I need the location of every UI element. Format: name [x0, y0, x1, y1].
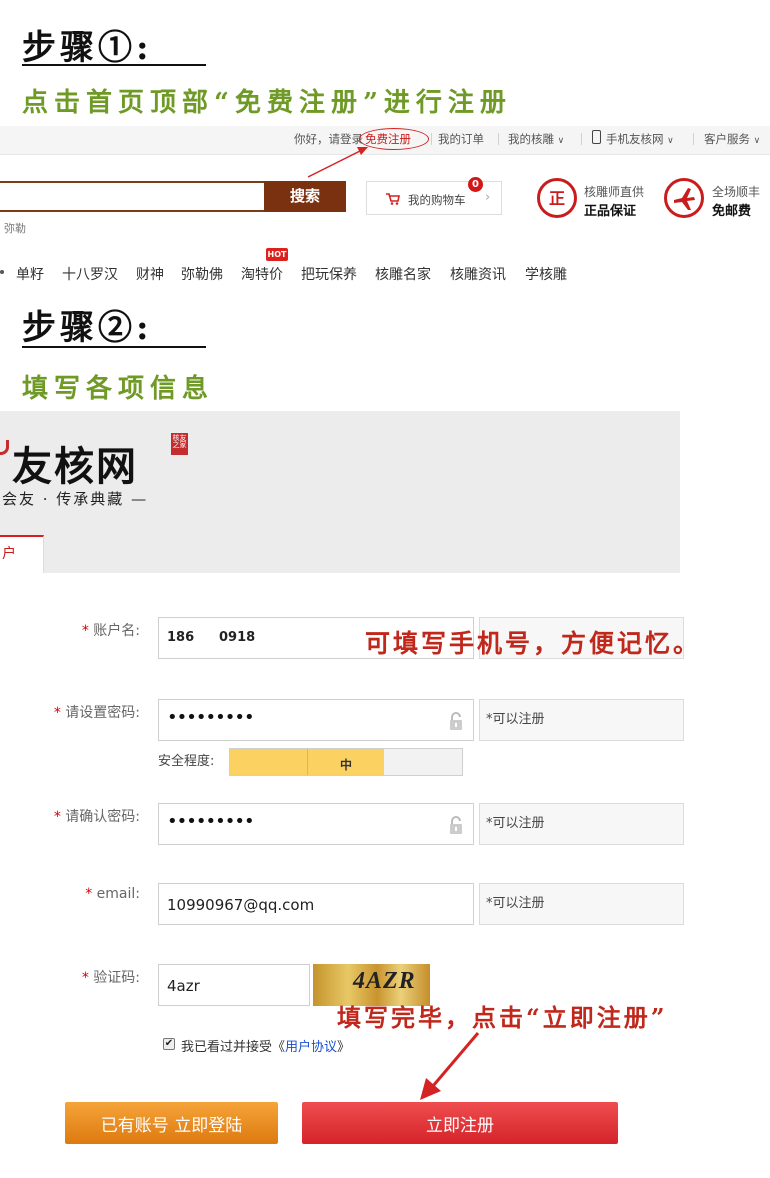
hot-badge: HOT: [266, 248, 288, 261]
confirm-password-input[interactable]: •••••••••: [158, 803, 474, 845]
chevron-right-icon: ›: [485, 190, 491, 205]
nav-item-masters[interactable]: 核雕名家: [375, 264, 431, 284]
username-value: 186: [167, 630, 195, 645]
search-input[interactable]: [0, 181, 264, 212]
promo1-line2: 正品保证: [584, 204, 637, 219]
submit-tip-annotation: 填写完毕，点击“立即注册”: [337, 1003, 668, 1032]
step2-title: 步骤②:: [22, 308, 153, 348]
search-hint-link[interactable]: 弥勒: [4, 220, 26, 236]
confirm-password-label: * 请确认密码:: [53, 809, 140, 825]
submit-tip-arrow: [420, 1032, 480, 1100]
nav-item-caishen[interactable]: 财神: [136, 264, 164, 284]
email-label: * email:: [85, 886, 140, 902]
promo2-line2: 免邮费: [712, 204, 752, 219]
promo1-line1: 核雕师直供: [584, 185, 645, 199]
lock-icon: [450, 712, 462, 730]
password-hint: *可以注册: [479, 699, 684, 741]
username-value-tail: 0918: [219, 630, 256, 645]
nav-item-news[interactable]: 核雕资讯: [450, 264, 506, 284]
password-input[interactable]: •••••••••: [158, 699, 474, 741]
register-button[interactable]: 立即注册: [302, 1102, 618, 1144]
nav-bullet: [0, 270, 4, 274]
cart-count-badge: 0: [468, 177, 483, 192]
phone-tip-annotation: 可填写手机号，方便记忆。: [365, 629, 702, 658]
username-label: * 账户名:: [81, 623, 140, 639]
nav-item-learn[interactable]: 学核雕: [525, 264, 567, 284]
password-value: •••••••••: [167, 707, 255, 728]
logo-seal: 核友之家: [171, 433, 188, 455]
cart-icon: [386, 193, 400, 205]
email-hint: *可以注册: [479, 883, 684, 925]
email-input[interactable]: 10990967@qq.com: [158, 883, 474, 925]
site-logo[interactable]: 友核网: [12, 434, 138, 492]
nav-item-luohan[interactable]: 十八罗汉: [62, 264, 118, 284]
nav-item-sale[interactable]: 淘特价: [241, 264, 283, 284]
user-agreement-link[interactable]: 用户协议: [285, 1040, 337, 1055]
password-label: * 请设置密码:: [53, 705, 140, 721]
site-tagline: 会友 · 传承典藏 —: [2, 490, 149, 508]
cart-label: 我的购物车: [408, 193, 466, 207]
free-shipping-plane-icon: [664, 178, 704, 218]
tab-register[interactable]: 户: [0, 535, 44, 573]
nav-item-danzi[interactable]: 单籽: [16, 264, 44, 284]
strength-label: 安全程度:: [158, 754, 215, 769]
strength-divider: [307, 749, 308, 775]
captcha-value: 4azr: [167, 977, 200, 995]
captcha-input[interactable]: 4azr: [158, 964, 310, 1006]
captcha-label: * 验证码:: [81, 970, 140, 986]
nav-item-care[interactable]: 把玩保养: [301, 264, 357, 284]
search-button[interactable]: 搜索: [264, 181, 346, 212]
confirm-password-value: •••••••••: [167, 811, 255, 832]
plane-icon: [674, 188, 695, 210]
agree-checkbox[interactable]: ✔: [163, 1038, 175, 1050]
step2-underline: [22, 346, 206, 348]
confirm-password-hint: *可以注册: [479, 803, 684, 845]
login-button[interactable]: 已有账号 立即登陆: [65, 1102, 278, 1144]
strength-level: 中: [340, 758, 353, 772]
captcha-image-text: 4AZR: [353, 968, 416, 994]
lock-icon: [450, 816, 462, 834]
promo2-line1: 全场顺丰: [712, 185, 761, 199]
genuine-char: 正: [548, 189, 565, 208]
email-value: 10990967@qq.com: [167, 896, 315, 914]
step2-description: 填写各项信息: [22, 374, 215, 404]
agreement-text: 我已看过并接受《用户协议》: [181, 1040, 351, 1055]
nav-item-mile[interactable]: 弥勒佛: [181, 264, 223, 284]
register-arrow: [307, 147, 368, 178]
genuine-guarantee-icon: 正: [537, 178, 577, 218]
